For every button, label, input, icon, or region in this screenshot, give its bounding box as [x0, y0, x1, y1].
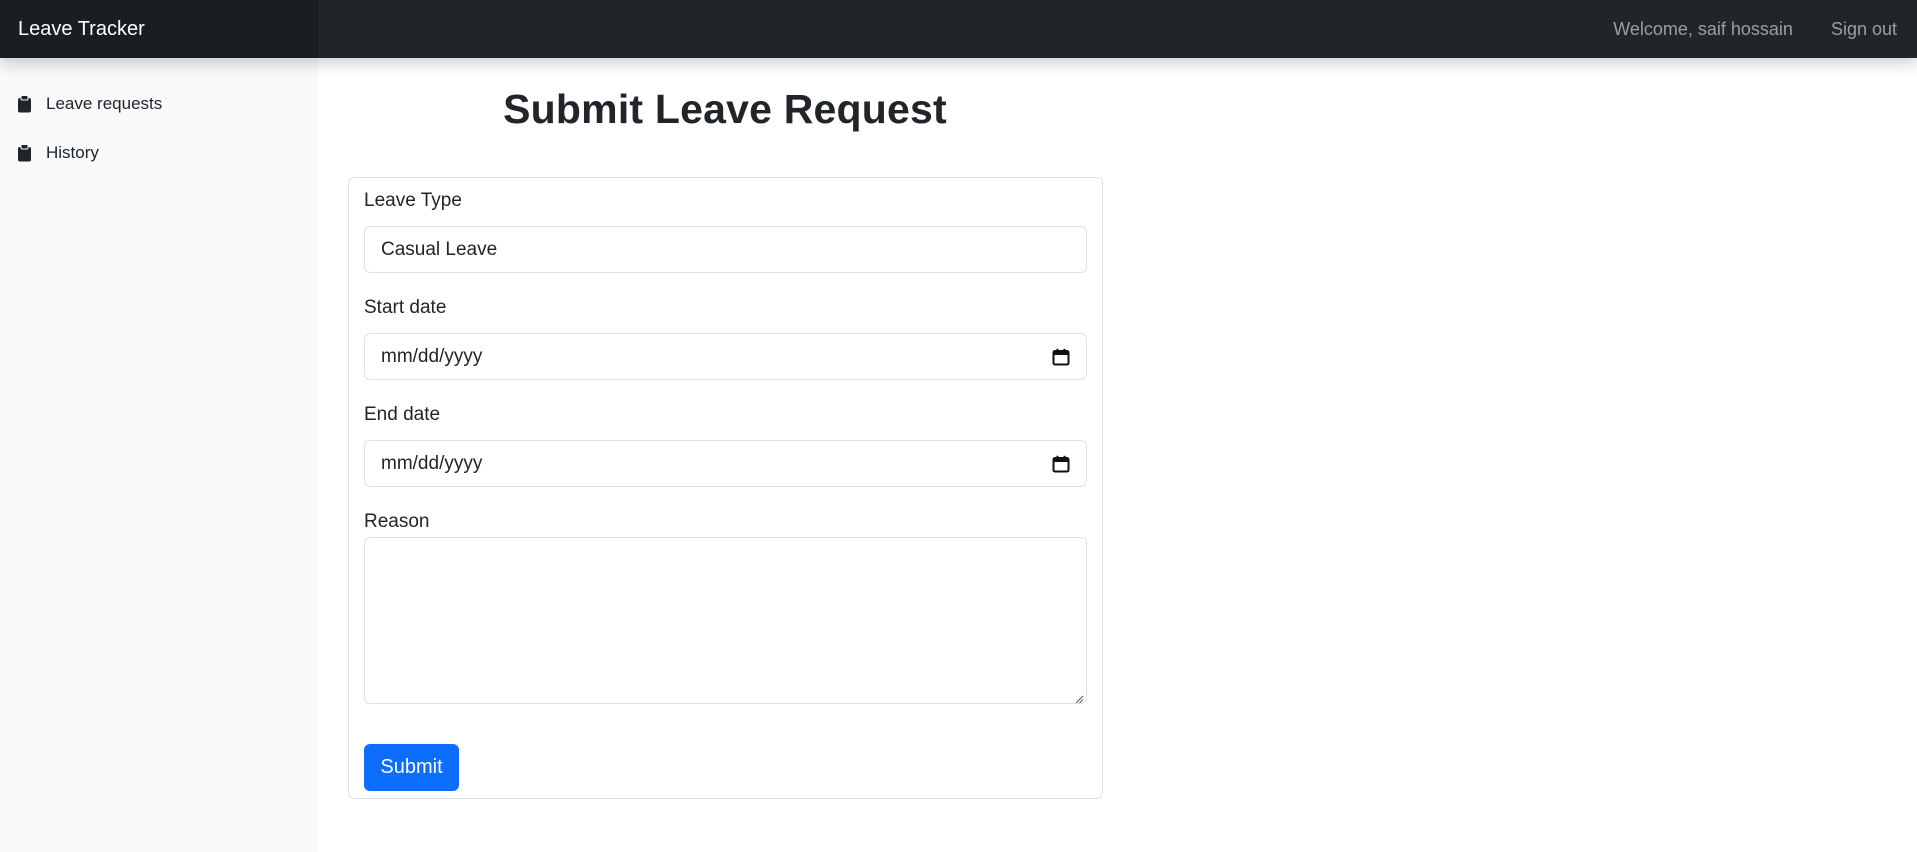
sidebar-item-label: Leave requests — [46, 94, 163, 113]
calendar-icon[interactable] — [1052, 348, 1070, 366]
leave-request-form: Leave Type Casual Leave Start date mm/dd… — [348, 177, 1103, 799]
brand-link[interactable]: Leave Tracker — [0, 0, 318, 58]
top-navbar: Leave Tracker Welcome, saif hossain Sign… — [0, 0, 1917, 58]
sign-out-link[interactable]: Sign out — [1831, 19, 1897, 40]
end-date-placeholder: mm/dd/yyyy — [381, 452, 483, 474]
reason-label: Reason — [364, 511, 430, 532]
end-date-input[interactable]: mm/dd/yyyy — [364, 440, 1087, 487]
welcome-text: Welcome, saif hossain — [1613, 18, 1793, 39]
leave-type-select[interactable]: Casual Leave — [364, 226, 1087, 273]
clipboard-icon — [17, 95, 32, 113]
leave-type-label: Leave Type — [364, 190, 462, 211]
sidebar: Leave requests History — [0, 58, 318, 852]
sidebar-item-leave-requests[interactable]: Leave requests — [0, 92, 318, 116]
reason-textarea[interactable] — [364, 537, 1087, 704]
start-date-input[interactable]: mm/dd/yyyy — [364, 333, 1087, 380]
top-nav: Welcome, saif hossain Sign out — [1595, 0, 1917, 58]
sidebar-item-history[interactable]: History — [0, 141, 318, 165]
start-date-label: Start date — [364, 297, 447, 318]
submit-button[interactable]: Submit — [364, 744, 459, 791]
clipboard-icon — [17, 144, 32, 162]
page-title: Submit Leave Request — [503, 86, 947, 132]
leave-type-value: Casual Leave — [381, 238, 498, 260]
start-date-placeholder: mm/dd/yyyy — [381, 345, 483, 367]
sidebar-item-label: History — [46, 143, 99, 162]
end-date-label: End date — [364, 404, 441, 425]
resize-handle-icon[interactable] — [1074, 691, 1084, 704]
calendar-icon[interactable] — [1052, 455, 1070, 473]
